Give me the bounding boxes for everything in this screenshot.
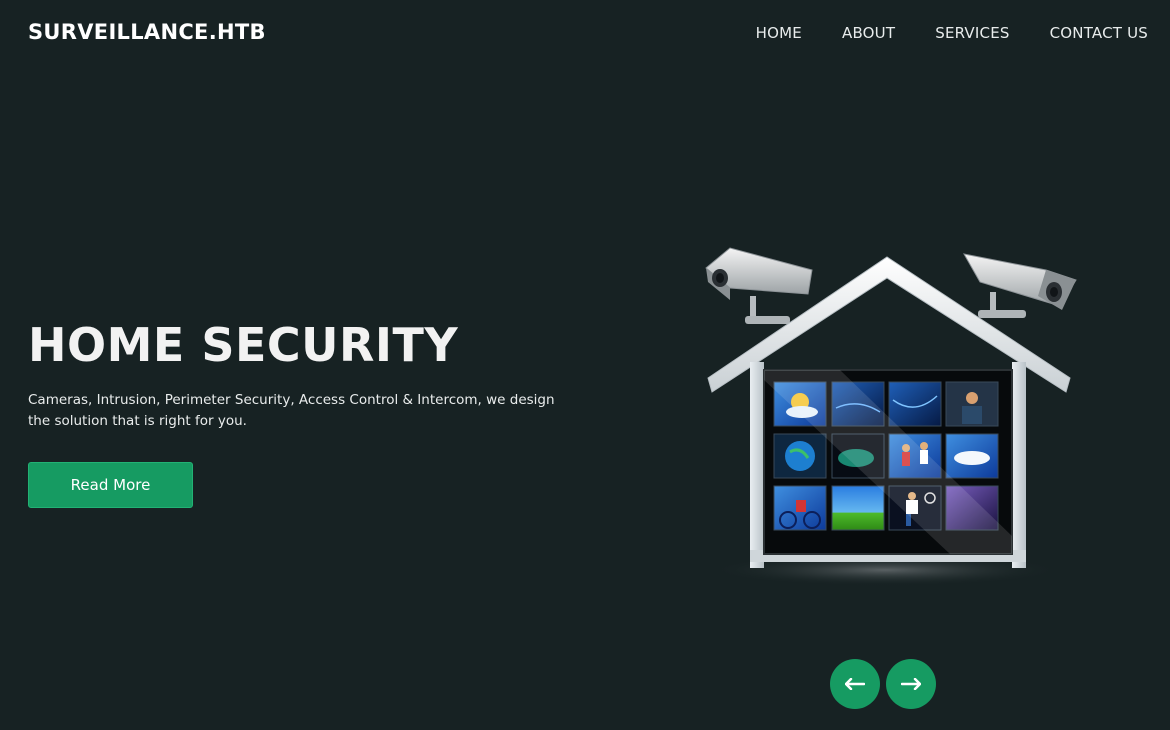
nav-about[interactable]: ABOUT (842, 24, 895, 42)
main-nav: HOME ABOUT SERVICES CONTACT US (756, 24, 1148, 42)
arrow-left-icon (845, 678, 865, 690)
page: SURVEILLANCE.HTB HOME ABOUT SERVICES CON… (0, 0, 1170, 730)
carousel-prev-button[interactable] (830, 659, 880, 709)
nav-contact-us[interactable]: CONTACT US (1050, 24, 1148, 42)
arrow-right-icon (901, 678, 921, 690)
hero-title: HOME SECURITY (28, 318, 459, 372)
house-with-cameras-icon (705, 247, 1077, 586)
read-more-button[interactable]: Read More (28, 462, 193, 508)
carousel-next-button[interactable] (886, 659, 936, 709)
nav-home[interactable]: HOME (756, 24, 802, 42)
hero-description: Cameras, Intrusion, Perimeter Security, … (28, 392, 555, 429)
site-logo[interactable]: SURVEILLANCE.HTB (28, 20, 266, 44)
nav-services[interactable]: SERVICES (935, 24, 1009, 42)
